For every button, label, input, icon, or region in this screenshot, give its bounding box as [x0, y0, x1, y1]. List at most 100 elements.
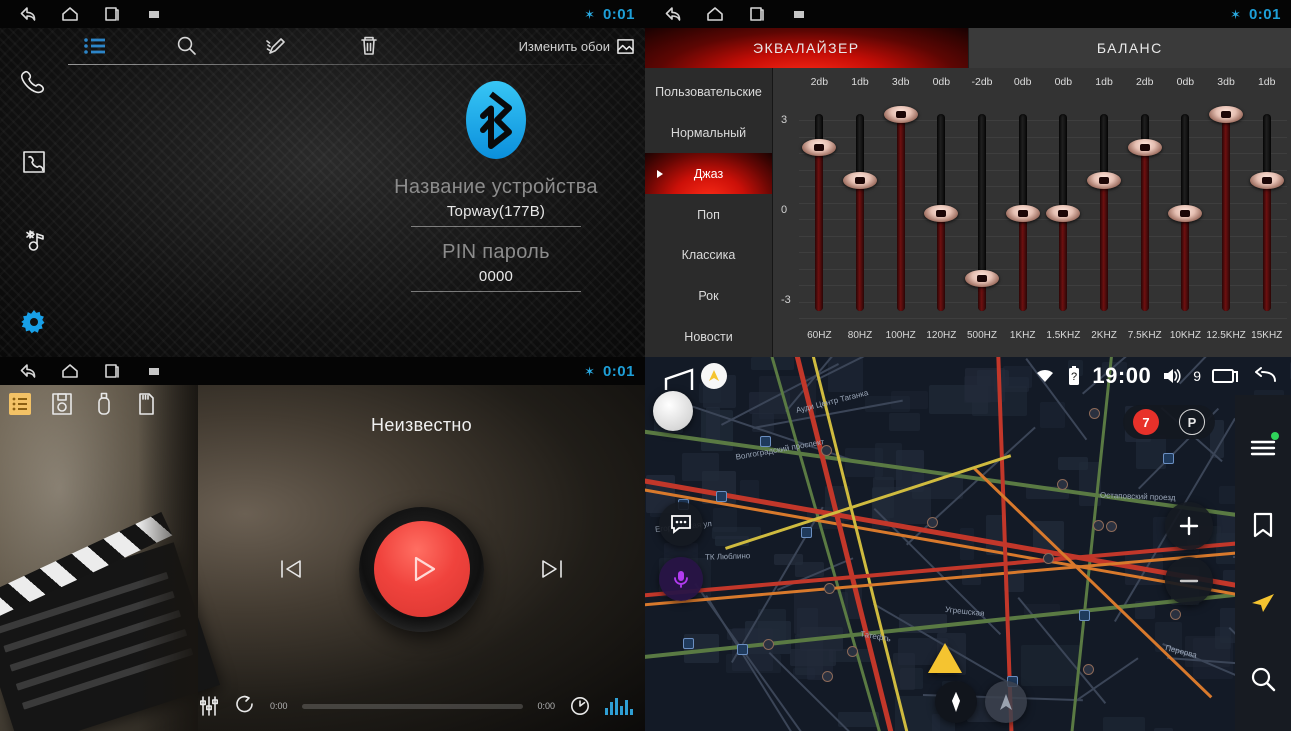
- eq-band[interactable]: 1db 80HZ: [840, 68, 881, 357]
- band-slider-thumb[interactable]: [843, 171, 877, 189]
- eq-band[interactable]: 1db 2KHZ: [1084, 68, 1125, 357]
- sleep-timer-icon[interactable]: [569, 695, 591, 717]
- map-poi[interactable]: [821, 670, 833, 682]
- eq-band[interactable]: 1db 15KHZ: [1246, 68, 1287, 357]
- band-slider-thumb[interactable]: [1168, 204, 1203, 222]
- tab-balance[interactable]: БАЛАНС: [967, 28, 1291, 68]
- skip-previous-icon[interactable]: [273, 552, 307, 586]
- white-knob-button[interactable]: [653, 391, 693, 431]
- map-poi[interactable]: [1082, 663, 1094, 675]
- band-slider-thumb[interactable]: [802, 138, 837, 156]
- preset-item[interactable]: Пользовательские: [645, 72, 772, 113]
- band-slider-thumb[interactable]: [883, 106, 918, 123]
- screenshot-icon[interactable]: [144, 361, 164, 381]
- eq-band[interactable]: 3db 100HZ: [880, 68, 921, 357]
- back-icon[interactable]: [663, 4, 683, 24]
- list-icon[interactable]: [82, 33, 108, 59]
- map-poi[interactable]: [1170, 609, 1182, 621]
- recents-icon[interactable]: [1211, 365, 1239, 387]
- chat-bubble-button[interactable]: [659, 502, 703, 546]
- home-icon[interactable]: [60, 4, 80, 24]
- contacts-icon[interactable]: [18, 146, 50, 178]
- equalizer-sliders-icon[interactable]: [198, 695, 220, 717]
- eq-band[interactable]: 0db 120HZ: [921, 68, 962, 357]
- preset-item[interactable]: Классика: [645, 235, 772, 276]
- band-slider-thumb[interactable]: [1209, 106, 1244, 123]
- disc-icon[interactable]: [50, 391, 74, 417]
- screenshot-icon[interactable]: [789, 4, 809, 24]
- band-slider-thumb[interactable]: [1249, 171, 1284, 189]
- preset-item[interactable]: Поп: [645, 194, 772, 235]
- eq-band[interactable]: 0db 1.5KHZ: [1043, 68, 1084, 357]
- map-poi[interactable]: [716, 491, 728, 503]
- back-icon[interactable]: [1249, 365, 1279, 387]
- map-poi[interactable]: [1089, 407, 1101, 419]
- eq-band[interactable]: 3db 12.5KHZ: [1206, 68, 1247, 357]
- eq-band[interactable]: 2db 60HZ: [799, 68, 840, 357]
- navigate-arrow-icon[interactable]: [1249, 588, 1277, 616]
- zoom-in-button[interactable]: [1165, 502, 1213, 550]
- map-poi[interactable]: [683, 637, 695, 649]
- map-poi[interactable]: [1106, 520, 1118, 532]
- delete-icon[interactable]: [356, 33, 382, 59]
- map-poi[interactable]: [801, 527, 813, 539]
- repeat-icon[interactable]: [234, 695, 256, 717]
- seek-bar[interactable]: [301, 703, 524, 709]
- preset-item[interactable]: Нормальный: [645, 113, 772, 154]
- zoom-out-button[interactable]: [1165, 557, 1213, 605]
- preset-item[interactable]: Джаз: [645, 153, 772, 195]
- eq-band[interactable]: -2db 500HZ: [962, 68, 1003, 357]
- eq-band[interactable]: 2db 7.5KHZ: [1124, 68, 1165, 357]
- band-slider-thumb[interactable]: [1127, 138, 1162, 156]
- recents-icon[interactable]: [747, 4, 767, 24]
- traffic-badge[interactable]: 7: [1133, 409, 1159, 435]
- map-poi[interactable]: [926, 517, 938, 529]
- device-name-value[interactable]: Topway(177B): [447, 203, 545, 220]
- band-slider-track[interactable]: [1262, 114, 1271, 311]
- tab-equalizer[interactable]: ЭКВАЛАЙЗЕР: [645, 28, 968, 68]
- screenshot-icon[interactable]: [144, 4, 164, 24]
- band-slider-thumb[interactable]: [965, 270, 1000, 288]
- band-slider-track[interactable]: [1222, 114, 1231, 311]
- map-poi[interactable]: [821, 445, 833, 457]
- band-slider-thumb[interactable]: [1087, 171, 1122, 189]
- preset-item[interactable]: Новости: [645, 316, 772, 357]
- skip-next-icon[interactable]: [536, 552, 570, 586]
- back-icon[interactable]: [18, 4, 38, 24]
- pin-value[interactable]: 0000: [479, 268, 513, 285]
- change-wallpaper-button[interactable]: Изменить обои: [519, 38, 635, 55]
- voice-microphone-button[interactable]: [659, 557, 703, 601]
- map-poi[interactable]: [1042, 553, 1054, 565]
- map-poi[interactable]: [1163, 453, 1175, 465]
- compass-button[interactable]: [935, 681, 977, 723]
- search-icon[interactable]: [1249, 665, 1277, 693]
- edit-icon[interactable]: [264, 33, 290, 59]
- map-poi[interactable]: [736, 644, 748, 656]
- eq-band[interactable]: 0db 10KHZ: [1165, 68, 1206, 357]
- volume-icon[interactable]: [1161, 365, 1183, 387]
- playlist-icon[interactable]: [8, 391, 32, 417]
- band-slider-thumb[interactable]: [924, 204, 959, 222]
- play-button[interactable]: [359, 506, 484, 632]
- back-icon[interactable]: [18, 361, 38, 381]
- menu-icon[interactable]: [1249, 431, 1279, 462]
- sdcard-icon[interactable]: [134, 391, 158, 417]
- preset-item[interactable]: Рок: [645, 276, 772, 317]
- recents-icon[interactable]: [102, 4, 122, 24]
- band-slider-track[interactable]: [1100, 114, 1109, 311]
- recenter-button[interactable]: [985, 681, 1027, 723]
- settings-gear-icon[interactable]: [18, 306, 50, 338]
- recents-icon[interactable]: [102, 361, 122, 381]
- map-poi[interactable]: [1078, 610, 1090, 622]
- band-slider-thumb[interactable]: [1005, 204, 1040, 222]
- spectrum-icon[interactable]: [605, 697, 633, 715]
- band-slider-track[interactable]: [896, 114, 905, 311]
- parking-badge[interactable]: P: [1179, 409, 1205, 435]
- usb-icon[interactable]: [92, 391, 116, 417]
- band-slider-track[interactable]: [856, 114, 864, 311]
- map-poi[interactable]: [1092, 519, 1104, 531]
- bookmark-icon[interactable]: [1249, 511, 1277, 539]
- bluetooth-music-icon[interactable]: [18, 226, 50, 258]
- dialpad-phone-icon[interactable]: [18, 66, 50, 98]
- band-slider-thumb[interactable]: [1046, 204, 1081, 222]
